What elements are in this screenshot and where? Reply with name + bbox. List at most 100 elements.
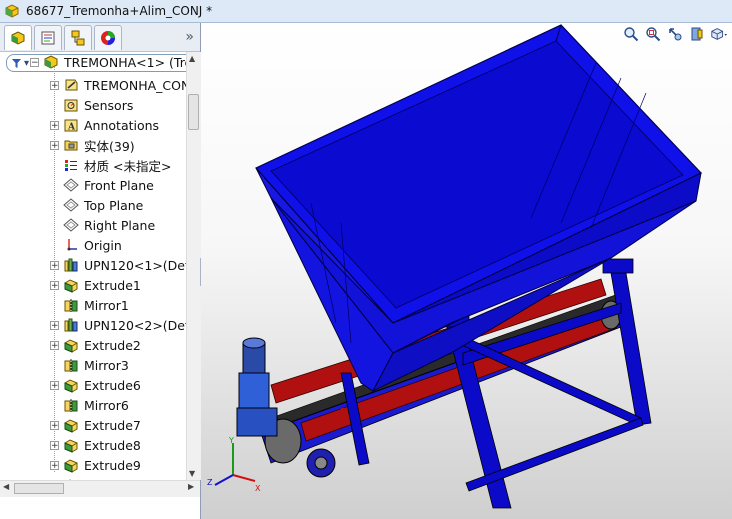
tree-item[interactable]: + Extrude1	[50, 275, 141, 295]
property-manager-icon	[41, 31, 55, 44]
tree-item-label: Origin	[84, 237, 122, 253]
mirror-icon	[63, 357, 79, 373]
svg-text:A: A	[67, 123, 76, 133]
expand-toggle[interactable]: +	[50, 80, 59, 90]
tree-root-label: TREMONHA<1> (Tre	[64, 54, 186, 70]
scroll-up-arrow[interactable]: ▲	[189, 54, 195, 63]
extrude-icon	[63, 437, 79, 453]
tree-item[interactable]: Right Plane	[50, 215, 155, 235]
tree-item-label: 材质 <未指定>	[84, 158, 172, 174]
triad-z-label: Z	[207, 478, 213, 487]
history-icon	[63, 77, 79, 93]
h-scroll-thumb[interactable]	[14, 483, 64, 494]
tree-item[interactable]: + Extrude8	[50, 435, 141, 455]
tree-item[interactable]: Mirror3	[50, 355, 129, 375]
tree-item-label: Sensors	[84, 97, 134, 113]
tree-item-label: Front Plane	[84, 177, 154, 193]
panel-tab-bar: »	[0, 23, 200, 52]
tree-item[interactable]: Front Plane	[50, 175, 154, 195]
tree-item[interactable]: + Extrude6	[50, 375, 141, 395]
appearance-icon	[101, 30, 115, 45]
tree-item[interactable]: + UPN120<1>(Defa	[50, 255, 186, 275]
propertymanager-tab[interactable]	[34, 24, 62, 50]
tree-item-label: Top Plane	[84, 197, 144, 213]
tree-item[interactable]: + Extrude2	[50, 335, 141, 355]
tree-item-label: Extrude6	[84, 377, 141, 393]
graphics-viewport[interactable]: Y X Z	[201, 23, 732, 519]
sensors-icon	[63, 97, 79, 113]
tree-item-label: Extrude1	[84, 277, 141, 293]
tree-item-label: Extrude7	[84, 417, 141, 433]
gear-motor	[236, 337, 278, 437]
featuremanager-tab[interactable]	[4, 24, 32, 50]
tree-items-container: + TREMONHA_CON Sensors + A Annotations + 实体(39)…	[0, 75, 186, 500]
tree-root-item[interactable]: − TREMONHA<1> (Tre	[30, 52, 186, 72]
triad-x-label: X	[255, 484, 261, 493]
tree-item[interactable]: + A Annotations	[50, 115, 159, 135]
tree-item-label: Extrude8	[84, 437, 141, 453]
expand-toggle[interactable]: +	[50, 280, 59, 290]
scroll-down-arrow[interactable]: ▼	[189, 469, 195, 478]
tree-item-label: Mirror3	[84, 357, 129, 373]
tree-item-label: Right Plane	[84, 217, 156, 233]
solid-bodies-folder-icon	[63, 137, 79, 153]
tree-horizontal-scrollbar[interactable]: ◀ ▶	[0, 480, 200, 497]
mirror-icon	[63, 397, 79, 413]
extrude-icon	[63, 457, 79, 473]
tree-item-label: Extrude2	[84, 337, 141, 353]
tree-item[interactable]: Top Plane	[50, 195, 143, 215]
expand-toggle[interactable]: +	[50, 140, 59, 150]
displaymanager-tab[interactable]	[94, 24, 122, 50]
tree-item[interactable]: + TREMONHA_CON	[50, 75, 186, 95]
tree-item[interactable]: Mirror1	[50, 295, 129, 315]
hopper-model	[236, 24, 702, 509]
tree-item[interactable]: 材质 <未指定>	[50, 155, 171, 175]
expand-toggle[interactable]: +	[50, 380, 59, 390]
scroll-thumb[interactable]	[188, 94, 199, 130]
expand-toggle[interactable]: +	[50, 460, 59, 470]
tree-item[interactable]: Origin	[50, 235, 122, 255]
reference-triad: Y X Z	[207, 436, 261, 493]
extrude-icon	[63, 417, 79, 433]
tree-item[interactable]: + Extrude7	[50, 415, 141, 435]
tree-vertical-scrollbar[interactable]: ▲ ▼	[186, 52, 201, 480]
tree-item-label: Mirror1	[84, 297, 129, 313]
expand-toggle[interactable]: +	[50, 320, 59, 330]
tree-item-label: 实体(39)	[84, 138, 135, 154]
tree-item[interactable]: + 实体(39)	[50, 135, 135, 155]
configuration-icon	[71, 30, 85, 45]
material-icon	[63, 157, 79, 173]
extrude-icon	[63, 377, 79, 393]
tree-item-label: TREMONHA_CON	[84, 77, 186, 93]
origin-icon	[63, 237, 79, 253]
triad-y-label: Y	[228, 436, 234, 445]
window-title: 68677_Tremonha+Alim_CONJ *	[26, 4, 213, 18]
tree-item-label: UPN120<1>(Defa	[84, 257, 186, 273]
plane-icon	[63, 177, 79, 193]
panel-expand-button[interactable]: »	[185, 29, 194, 45]
expand-toggle[interactable]: +	[50, 260, 59, 270]
tree-item-label: UPN120<2>(Defa	[84, 317, 186, 333]
structural-member-icon	[63, 317, 79, 333]
expand-toggle[interactable]: +	[50, 340, 59, 350]
mirror-icon	[63, 297, 79, 313]
tree-item[interactable]: + UPN120<2>(Defa	[50, 315, 186, 335]
tree-item[interactable]: + Extrude9	[50, 455, 141, 475]
extrude-icon	[63, 337, 79, 353]
tree-item[interactable]: Mirror6	[50, 395, 129, 415]
structural-member-icon	[63, 257, 79, 273]
expand-toggle[interactable]: +	[50, 420, 59, 430]
feature-tree-icon	[11, 30, 25, 45]
part-icon	[43, 54, 59, 70]
scroll-right-arrow[interactable]: ▶	[188, 482, 194, 491]
expand-toggle[interactable]: +	[50, 120, 59, 130]
extrude-icon	[63, 277, 79, 293]
configurationmanager-tab[interactable]	[64, 24, 92, 50]
scroll-left-arrow[interactable]: ◀	[3, 482, 9, 491]
expand-toggle[interactable]: +	[50, 440, 59, 450]
tree-item-label: Annotations	[84, 117, 160, 133]
collapse-toggle[interactable]: −	[30, 57, 39, 67]
window-titlebar: 68677_Tremonha+Alim_CONJ *	[0, 0, 732, 23]
tree-item[interactable]: Sensors	[50, 95, 133, 115]
tree-item-label: Mirror6	[84, 397, 129, 413]
